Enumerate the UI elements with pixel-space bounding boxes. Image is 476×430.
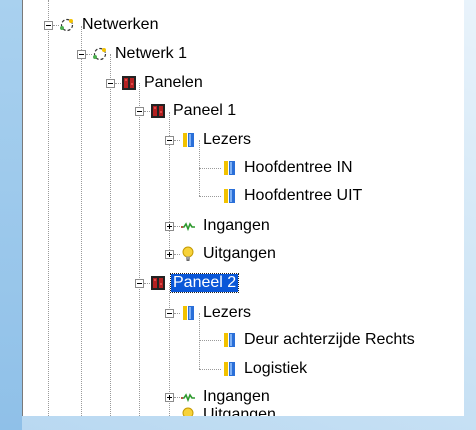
tree-node-netwerk1[interactable]: Netwerk 1 xyxy=(92,44,189,64)
reader-icon xyxy=(221,361,237,377)
tree-node-uitgangen-2[interactable]: Uitgangen xyxy=(180,405,278,416)
tree-node-label: Netwerken xyxy=(82,16,159,33)
tree-view[interactable]: Netwerken Netwerk 1 Panelen Paneel 1 Lez… xyxy=(22,0,464,416)
tree-guide-line xyxy=(199,196,221,197)
tree-node-label: Hoofdentree IN xyxy=(244,159,353,176)
tree-node-label: Uitgangen xyxy=(203,245,276,262)
tree-node-panelen[interactable]: Panelen xyxy=(121,73,205,93)
tree-node-uitgangen-1[interactable]: Uitgangen xyxy=(180,244,278,264)
reader-icon xyxy=(180,305,196,321)
left-frame xyxy=(0,0,22,430)
collapse-button-lezers-1[interactable] xyxy=(165,136,174,145)
reader-icon xyxy=(221,332,237,348)
tree-node-lezers-2[interactable]: Lezers xyxy=(180,303,253,323)
panel-icon xyxy=(150,275,166,291)
input-icon xyxy=(180,218,196,234)
tree-node-label: Ingangen xyxy=(203,217,270,234)
tree-node-label: Lezers xyxy=(203,131,252,148)
tree-node-paneel2[interactable]: Paneel 2 xyxy=(150,273,240,293)
tree-node-label: Lezers xyxy=(203,304,252,321)
panel-icon xyxy=(121,75,137,91)
bulb-icon xyxy=(180,246,196,262)
expand-button-uitgangen-1[interactable] xyxy=(165,250,174,259)
collapse-button-netwerk1[interactable] xyxy=(77,50,86,59)
tree-node-reader[interactable]: Deur achterzijde Rechts xyxy=(221,330,417,350)
panel-icon xyxy=(150,103,166,119)
tree-guide-line xyxy=(81,26,82,416)
tree-node-lezers-1[interactable]: Lezers xyxy=(180,130,253,150)
tree-node-label: Deur achterzijde Rechts xyxy=(244,331,415,348)
tree-guide-line xyxy=(199,369,221,370)
collapse-button-lezers-2[interactable] xyxy=(165,309,174,318)
tree-guide-line xyxy=(110,54,111,416)
reader-icon xyxy=(221,188,237,204)
tree-node-label: Netwerk 1 xyxy=(115,45,188,62)
tree-node-reader[interactable]: Hoofdentree UIT xyxy=(221,186,364,206)
tree-node-label: Hoofdentree UIT xyxy=(244,187,363,204)
tree-node-label: Logistiek xyxy=(244,360,308,377)
expand-button-ingangen-1[interactable] xyxy=(165,222,174,231)
tree-guide-line xyxy=(169,112,170,256)
tree-node-paneel1[interactable]: Paneel 1 xyxy=(150,101,238,121)
input-icon xyxy=(180,389,196,405)
tree-node-label: Panelen xyxy=(144,74,203,91)
bulb-icon xyxy=(180,407,196,416)
tree-guide-line xyxy=(48,0,49,416)
tree-node-netwerken[interactable]: Netwerken xyxy=(59,15,160,35)
collapse-button-paneel2[interactable] xyxy=(135,279,144,288)
tree-node-label-selected: Paneel 2 xyxy=(169,273,240,293)
tree-node-label: Paneel 1 xyxy=(173,102,237,119)
tree-node-reader[interactable]: Hoofdentree IN xyxy=(221,158,355,178)
reader-icon xyxy=(180,132,196,148)
network-icon xyxy=(59,17,75,33)
reader-icon xyxy=(221,160,237,176)
tree-guide-line xyxy=(199,340,221,341)
tree-node-reader[interactable]: Logistiek xyxy=(221,359,309,379)
tree-node-ingangen-1[interactable]: Ingangen xyxy=(180,216,272,236)
tree-guide-line xyxy=(199,168,221,169)
collapse-button-netwerken[interactable] xyxy=(44,21,53,30)
expand-button-ingangen-2[interactable] xyxy=(165,393,174,402)
tree-node-label: Uitgangen xyxy=(203,406,276,416)
collapse-button-panelen[interactable] xyxy=(106,79,115,88)
tree-guide-line xyxy=(139,83,140,416)
collapse-button-paneel1[interactable] xyxy=(135,107,144,116)
network-icon xyxy=(92,46,108,62)
tree-node-ingangen-2[interactable]: Ingangen xyxy=(180,387,272,407)
tree-node-label: Ingangen xyxy=(203,388,270,405)
